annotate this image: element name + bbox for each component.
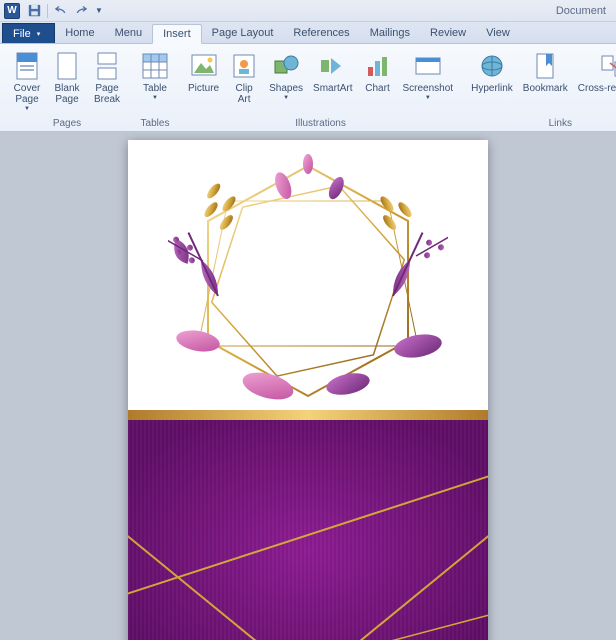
table-label: Table xyxy=(143,83,167,94)
hyperlink-icon xyxy=(477,51,507,81)
blank-page-label: Blank Page xyxy=(54,83,79,105)
tab-home[interactable]: Home xyxy=(55,23,104,43)
chart-icon xyxy=(363,51,393,81)
quick-access-toolbar: ▼ xyxy=(26,3,107,19)
cover-page-label: Cover Page xyxy=(14,83,41,105)
chart-button[interactable]: Chart xyxy=(359,48,397,97)
table-button[interactable]: Table ▼ xyxy=(136,48,174,104)
group-illustrations-label: Illustrations xyxy=(184,117,457,131)
screenshot-button[interactable]: Screenshot ▼ xyxy=(399,48,458,104)
cover-page-icon xyxy=(12,51,42,81)
page-break-icon xyxy=(92,51,122,81)
tab-file[interactable]: File xyxy=(2,23,55,43)
picture-label: Picture xyxy=(188,83,219,94)
group-tables: Table ▼ Tables xyxy=(132,46,178,131)
chart-label: Chart xyxy=(365,83,389,94)
screenshot-label: Screenshot xyxy=(403,83,454,94)
page-break-label: Page Break xyxy=(94,83,120,105)
tab-insert[interactable]: Insert xyxy=(152,24,202,44)
shapes-icon xyxy=(271,51,301,81)
save-icon[interactable] xyxy=(26,3,42,19)
tab-menu[interactable]: Menu xyxy=(105,23,153,43)
clip-art-button[interactable]: Clip Art xyxy=(225,48,263,108)
redo-icon[interactable] xyxy=(72,3,88,19)
hyperlink-label: Hyperlink xyxy=(471,83,513,94)
page-break-button[interactable]: Page Break xyxy=(88,48,126,108)
group-links: Hyperlink Bookmark Cross-reference Links xyxy=(463,46,616,131)
group-links-label: Links xyxy=(467,117,616,131)
blank-page-icon xyxy=(52,51,82,81)
bottom-geometric-lines xyxy=(128,460,488,640)
clip-art-label: Clip Art xyxy=(236,83,253,105)
document-title: Document xyxy=(556,5,612,17)
bookmark-label: Bookmark xyxy=(523,83,568,94)
floral-wreath-graphic xyxy=(168,146,448,426)
tab-review[interactable]: Review xyxy=(420,23,476,43)
bookmark-icon xyxy=(530,51,560,81)
hyperlink-button[interactable]: Hyperlink xyxy=(467,48,517,97)
app-icon: W xyxy=(4,3,20,19)
group-pages: Cover Page ▼ Blank Page Page Break Pages xyxy=(4,46,130,131)
tab-mailings[interactable]: Mailings xyxy=(360,23,420,43)
clip-art-icon xyxy=(229,51,259,81)
cross-reference-icon xyxy=(599,51,616,81)
smartart-icon xyxy=(318,51,348,81)
screenshot-icon xyxy=(413,51,443,81)
ribbon-tabs: File Home Menu Insert Page Layout Refere… xyxy=(0,22,616,44)
shapes-button[interactable]: Shapes ▼ xyxy=(265,48,307,104)
group-tables-label: Tables xyxy=(136,117,174,131)
smartart-label: SmartArt xyxy=(313,83,352,94)
cover-page-button[interactable]: Cover Page ▼ xyxy=(8,48,46,115)
blank-page-button[interactable]: Blank Page xyxy=(48,48,86,108)
picture-icon xyxy=(189,51,219,81)
qat-customize-icon[interactable]: ▼ xyxy=(91,3,107,19)
group-illustrations: Picture Clip Art Shapes ▼ SmartArt Chart xyxy=(180,46,461,131)
smartart-button[interactable]: SmartArt xyxy=(309,48,356,97)
tab-references[interactable]: References xyxy=(283,23,359,43)
undo-icon[interactable] xyxy=(53,3,69,19)
shapes-label: Shapes xyxy=(269,83,303,94)
tab-page-layout[interactable]: Page Layout xyxy=(202,23,284,43)
cross-reference-label: Cross-reference xyxy=(578,83,616,94)
picture-button[interactable]: Picture xyxy=(184,48,223,97)
table-icon xyxy=(140,51,170,81)
document-page[interactable] xyxy=(128,140,488,640)
ribbon: Cover Page ▼ Blank Page Page Break Pages… xyxy=(0,44,616,132)
bookmark-button[interactable]: Bookmark xyxy=(519,48,572,97)
cross-reference-button[interactable]: Cross-reference xyxy=(574,48,616,97)
group-pages-label: Pages xyxy=(8,117,126,131)
title-bar: W ▼ Document xyxy=(0,0,616,22)
document-workspace[interactable] xyxy=(0,132,616,640)
tab-view[interactable]: View xyxy=(476,23,520,43)
